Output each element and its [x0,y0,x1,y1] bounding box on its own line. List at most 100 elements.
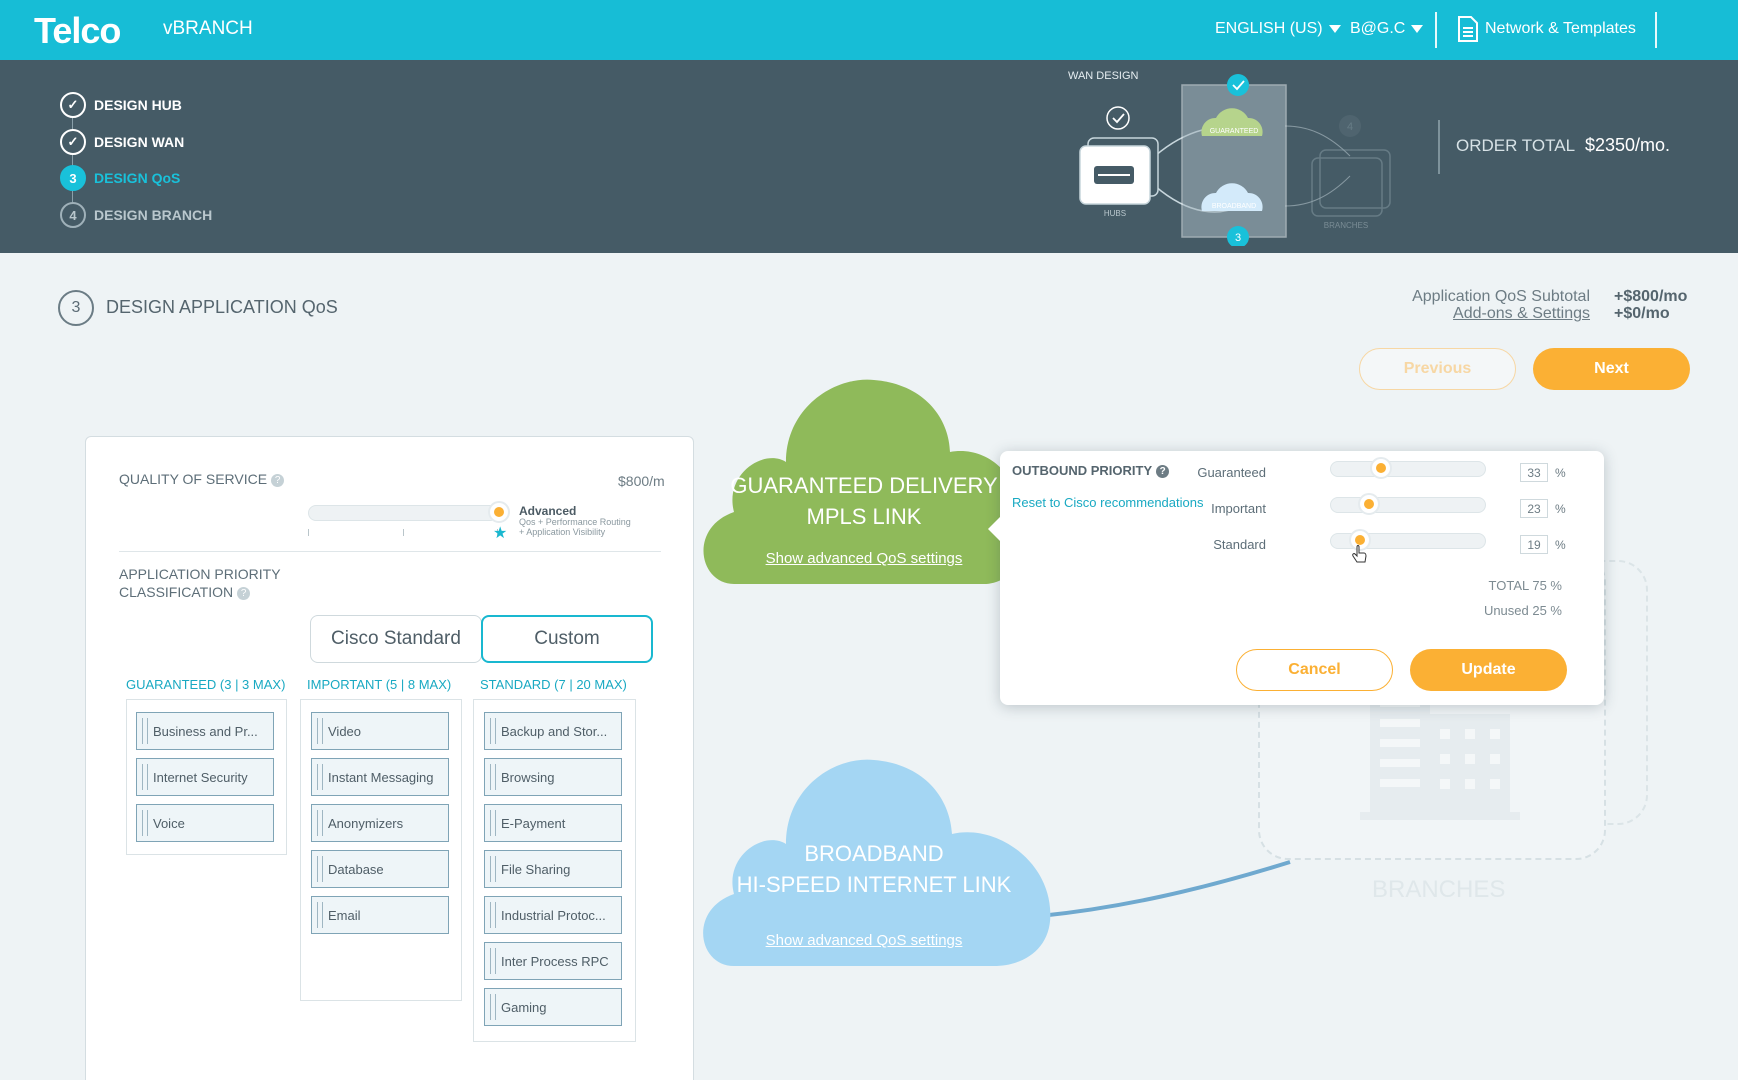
branches-label: BRANCHES [1372,876,1506,903]
show-advanced-qos-link[interactable]: Show advanced QoS settings [694,932,1034,949]
step-design-hub[interactable]: ✓ DESIGN HUB [60,92,182,118]
app-name: vBRANCH [163,18,253,39]
chevron-down-icon [1328,25,1341,33]
wan-design-diagram[interactable]: HUBS GUARANTEED BROADBAND 3 BRANCHES 4 [1070,66,1400,246]
standard-percent-input[interactable] [1520,535,1548,554]
qos-price: $800/m [618,473,665,489]
qos-level-handle[interactable] [488,501,510,523]
language-selector[interactable]: ENGLISH (US) [1215,20,1341,38]
telco-logo[interactable]: Telco [34,10,121,52]
percent-sign: % [1555,466,1566,480]
cloud-title-line: MPLS LINK [806,504,922,529]
check-icon: ✓ [60,129,86,155]
priority-label: Guaranteed [1197,465,1266,480]
outbound-priority-popover: OUTBOUND PRIORITY? Reset to Cisco recomm… [988,451,1604,705]
app-chip[interactable]: Database [311,850,449,888]
app-chip[interactable]: Video [311,712,449,750]
app-chip[interactable]: Instant Messaging [311,758,449,796]
priority-label: Important [1211,501,1266,516]
qos-level-name: Advanced [519,504,577,518]
app-chip[interactable]: File Sharing [484,850,622,888]
subtotal-label: Application QoS Subtotal [1412,288,1590,305]
page-title: DESIGN APPLICATION QoS [106,297,338,317]
guaranteed-cloud[interactable]: GUARANTEED DELIVERY MPLS LINK Show advan… [694,378,1034,586]
step-label: DESIGN QoS [94,170,181,186]
hubs-node: HUBS [1079,137,1159,218]
classification-line: APPLICATION PRIORITY [119,566,281,582]
priority-label: Standard [1213,537,1266,552]
divider [1655,12,1657,48]
important-slider[interactable] [1330,497,1486,513]
help-icon[interactable]: ? [237,586,251,600]
chevron-down-icon [1411,25,1424,33]
subtotal-value: +$800/mo [1614,288,1688,305]
popover-title-text: OUTBOUND PRIORITY [1012,463,1153,478]
app-chip[interactable]: Business and Pr... [136,712,274,750]
check-icon [1227,74,1249,96]
total-percent: TOTAL 75 % [1488,578,1562,593]
app-chip[interactable]: E-Payment [484,804,622,842]
progress-header: ✓ DESIGN HUB ✓ DESIGN WAN 3 DESIGN QoS 4… [0,60,1738,253]
language-label: ENGLISH (US) [1215,20,1323,37]
addons-settings-link[interactable]: Add-ons & Settings [1453,305,1590,323]
order-total-value: $2350/mo. [1585,135,1671,155]
app-chip[interactable]: Voice [136,804,274,842]
important-column-heading: IMPORTANT (5 | 8 MAX) [307,677,452,692]
classification-line-2: CLASSIFICATION? [119,583,281,601]
important-slider-handle[interactable] [1358,493,1380,515]
standard-column[interactable]: Backup and Stor... Browsing E-Payment Fi… [473,699,636,1042]
step-design-wan[interactable]: ✓ DESIGN WAN [60,129,184,155]
qos-panel: QUALITY OF SERVICE? $800/m ★ Advanced Qo… [85,436,694,1080]
guaranteed-mini-label: GUARANTEED [1210,128,1259,135]
cloud-title-line: BROADBAND [804,841,944,866]
step-number: 3 [60,165,86,191]
help-icon[interactable]: ? [271,473,285,487]
previous-button[interactable]: Previous [1359,348,1516,390]
slider-ticks [308,529,498,537]
app-chip[interactable]: Inter Process RPC [484,942,622,980]
qos-level-desc-line: + Application Visibility [519,527,606,537]
guaranteed-slider[interactable] [1330,461,1486,477]
qos-title-text: QUALITY OF SERVICE [119,471,268,487]
broadband-cloud[interactable]: BROADBAND HI-SPEED INTERNET LINK Show ad… [694,758,1054,968]
important-column[interactable]: Video Instant Messaging Anonymizers Data… [300,699,462,1001]
steps-connector [72,104,73,214]
divider [1438,120,1440,174]
app-chip[interactable]: Internet Security [136,758,274,796]
app-chip[interactable]: Anonymizers [311,804,449,842]
app-chip[interactable]: Browsing [484,758,622,796]
app-chip[interactable]: Gaming [484,988,622,1026]
update-button[interactable]: Update [1410,649,1567,691]
broadband-mini-label: BROADBAND [1212,203,1256,210]
network-templates-link[interactable]: Network & Templates [1457,16,1636,42]
user-menu[interactable]: B@G.C [1350,20,1424,38]
next-button[interactable]: Next [1533,348,1690,390]
check-icon [1106,106,1130,130]
guaranteed-column[interactable]: Business and Pr... Internet Security Voi… [126,699,287,855]
divider [1435,12,1437,48]
cancel-button[interactable]: Cancel [1236,649,1393,691]
standard-column-heading: STANDARD (7 | 20 MAX) [480,677,627,692]
app-chip[interactable]: Email [311,896,449,934]
qos-level-slider[interactable] [308,505,498,521]
app-chip[interactable]: Industrial Protoc... [484,896,622,934]
step-label: DESIGN BRANCH [94,207,213,223]
show-advanced-qos-link[interactable]: Show advanced QoS settings [694,550,1034,567]
app-chip[interactable]: Backup and Stor... [484,712,622,750]
popover-arrow [988,517,1000,541]
step-design-qos[interactable]: 3 DESIGN QoS [60,165,180,191]
step-label: DESIGN WAN [94,134,185,150]
hubs-label: HUBS [1104,209,1126,218]
branches-node: BRANCHES 4 [1311,115,1391,230]
guaranteed-slider-handle[interactable] [1370,457,1392,479]
guaranteed-column-heading: GUARANTEED (3 | 3 MAX) [126,677,286,692]
step-design-branch[interactable]: 4 DESIGN BRANCH [60,202,212,228]
step-number-badge: 3 [58,290,94,326]
percent-sign: % [1555,538,1566,552]
important-percent-input[interactable] [1520,499,1548,518]
cisco-standard-toggle[interactable]: Cisco Standard [310,615,482,663]
guaranteed-percent-input[interactable] [1520,463,1548,482]
cloud-title-line: GUARANTEED DELIVERY [730,473,998,498]
top-bar: Telco vBRANCH ENGLISH (US) B@G.C Network… [0,0,1738,60]
custom-toggle[interactable]: Custom [481,615,653,663]
